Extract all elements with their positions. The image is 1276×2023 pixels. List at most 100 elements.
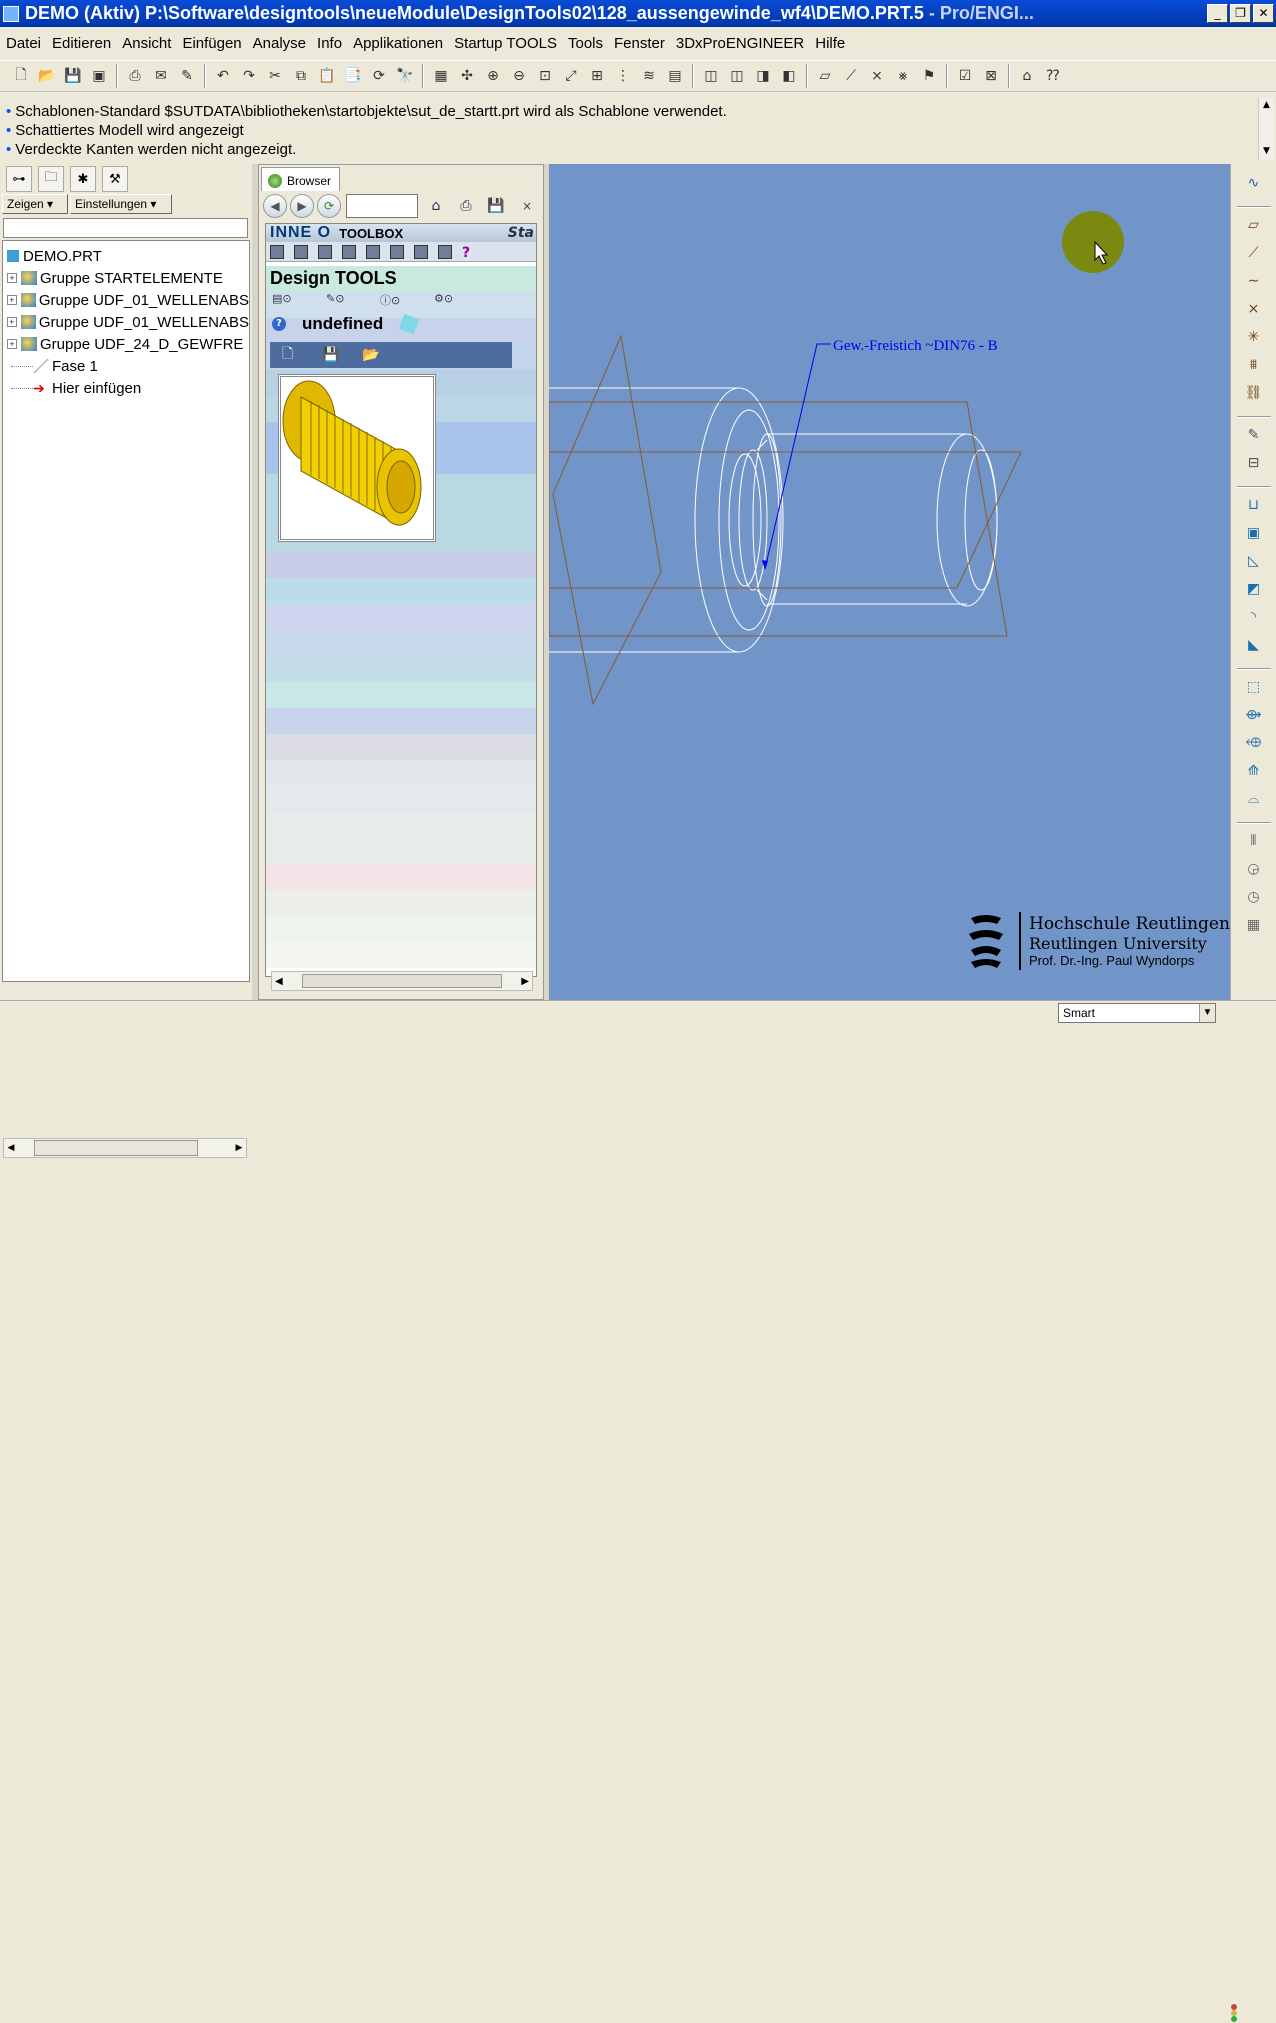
menu-ansicht[interactable]: Ansicht [122, 35, 171, 52]
reorient-icon[interactable]: ⤢ [560, 65, 582, 87]
save-icon[interactable]: 💾 [484, 195, 508, 217]
annotations-icon[interactable]: ⚑ [918, 65, 940, 87]
expand-icon[interactable]: + [7, 317, 17, 327]
tree-item-group[interactable]: + Gruppe UDF_24_D_GEWFRE [3, 333, 249, 355]
chevron-down-icon[interactable]: ▼ [1199, 1004, 1215, 1022]
scroll-left-icon[interactable]: ◀ [4, 1143, 18, 1153]
annotation-label[interactable]: Gew.-Freistich ~DIN76 - B [833, 338, 998, 354]
menu-hilfe[interactable]: Hilfe [815, 35, 845, 52]
draft-icon[interactable]: ◩ [1243, 578, 1265, 600]
scroll-left-icon[interactable]: ◀ [275, 976, 283, 987]
menu-tools[interactable]: Tools [568, 35, 603, 52]
repaint-icon[interactable]: ▦ [430, 65, 452, 87]
chain-icon[interactable]: ⛓ [1243, 382, 1265, 404]
folder-browser-tab-icon[interactable]: 🗀 [38, 166, 64, 192]
open-folder-icon[interactable]: 📂 [362, 347, 382, 363]
expand-icon[interactable]: + [7, 295, 17, 305]
expand-icon[interactable]: + [7, 273, 17, 283]
sketch-tool-icon[interactable]: ✎ [1243, 424, 1265, 446]
url-field[interactable] [346, 194, 418, 218]
info-tool-icon[interactable]: ⓘ⊙ [380, 292, 410, 307]
spin-center-icon[interactable]: ✣ [456, 65, 478, 87]
shell-icon[interactable]: ▣ [1243, 522, 1265, 544]
connections-tab-icon[interactable]: ⚒ [102, 166, 128, 192]
context-help-icon[interactable]: ⁇ [1042, 65, 1064, 87]
regenerate-icon[interactable]: ✎ [176, 65, 198, 87]
window-activate-icon[interactable]: ☑ [954, 65, 976, 87]
datum-point-icon[interactable]: ⨯ [1243, 298, 1265, 320]
sketch-icon[interactable]: ∿ [1243, 172, 1265, 194]
swirl-icon[interactable] [438, 244, 452, 259]
pattern-icon[interactable]: ▦ [1243, 914, 1265, 936]
revolve-icon[interactable]: ⟴ [1243, 704, 1265, 726]
menu-3dxproengineer[interactable]: 3DxProENGINEER [676, 35, 804, 52]
datum-axes-icon[interactable]: ⟋ [840, 65, 862, 87]
extrude-icon[interactable]: ⬚ [1243, 676, 1265, 698]
layout-icon[interactable] [270, 244, 284, 259]
window-close-icon[interactable]: ⊠ [980, 65, 1002, 87]
scroll-down-icon[interactable]: ▼ [1259, 144, 1274, 158]
favorites-tab-icon[interactable]: ✱ [70, 166, 96, 192]
refit-icon[interactable]: ⊡ [534, 65, 556, 87]
rib-icon[interactable]: ◺ [1243, 550, 1265, 572]
tree-item-group[interactable]: + Gruppe STARTELEMENTE [3, 267, 249, 289]
hole-icon[interactable]: ⊔ [1243, 494, 1265, 516]
menu-analyse[interactable]: Analyse [253, 35, 306, 52]
edit-tool-icon[interactable]: ✎⊙ [326, 292, 356, 306]
new-file-icon[interactable]: 🗋 [10, 65, 32, 87]
home-icon[interactable]: ⌂ [424, 195, 448, 217]
analysis-icon[interactable]: ⩩ [1243, 354, 1265, 376]
save-icon[interactable]: 💾 [62, 65, 84, 87]
menu-info[interactable]: Info [317, 35, 342, 52]
tree-item-group[interactable]: + Gruppe UDF_01_WELLENABS [3, 289, 249, 311]
einstellungen-button[interactable]: Einstellungen ▾ [70, 194, 172, 214]
list-icon[interactable] [342, 244, 356, 259]
tool-icon[interactable] [318, 244, 332, 259]
forward-icon[interactable]: ▶ [290, 194, 314, 218]
shading-icon[interactable]: ◧ [778, 65, 800, 87]
minimize-button[interactable]: _ [1207, 4, 1228, 23]
scroll-track[interactable] [1259, 112, 1274, 144]
graphics-viewport[interactable]: Gew.-Freistich ~DIN76 - B Hochschule Reu… [549, 164, 1230, 1000]
blend-icon[interactable]: ⟰ [1243, 760, 1265, 782]
zoom-out-icon[interactable]: ⊖ [508, 65, 530, 87]
layers-icon[interactable]: ⋮ [612, 65, 634, 87]
scroll-right-icon[interactable]: ▶ [521, 976, 529, 987]
browser-hscrollbar[interactable]: ◀ ▶ [271, 971, 533, 991]
view-manager-icon[interactable]: ▤ [664, 65, 686, 87]
save-copy-icon[interactable]: ▣ [88, 65, 110, 87]
copy-icon[interactable]: ⧉ [290, 65, 312, 87]
back-icon[interactable]: ◀ [263, 194, 287, 218]
close-icon[interactable]: × [522, 199, 532, 213]
scroll-thumb[interactable] [34, 1140, 198, 1156]
menu-einfuegen[interactable]: Einfügen [182, 35, 241, 52]
new-doc-icon[interactable]: 🗋 [282, 343, 302, 367]
model-tree-tab-icon[interactable]: ⊶ [6, 166, 32, 192]
home-icon[interactable]: ⌂ [1016, 65, 1038, 87]
open-folder-icon[interactable]: 📂 [36, 65, 58, 87]
scroll-thumb[interactable] [302, 974, 502, 988]
settings-tool-icon[interactable]: ⚙⊙ [434, 292, 464, 306]
saved-views-icon[interactable]: ⊞ [586, 65, 608, 87]
scroll-up-icon[interactable]: ▲ [1259, 98, 1274, 112]
datum-plane-icon[interactable]: ▱ [1243, 214, 1265, 236]
layer-tree-icon[interactable]: ≋ [638, 65, 660, 87]
chamfer-icon[interactable]: ◣ [1243, 634, 1265, 656]
regen-model-icon[interactable]: ⟳ [368, 65, 390, 87]
undo-icon[interactable]: ↶ [212, 65, 234, 87]
round-icon[interactable]: ◝ [1243, 606, 1265, 628]
help-icon[interactable]: ? [272, 317, 286, 331]
surface-icon[interactable]: ⌓ [1243, 788, 1265, 810]
tree-hscrollbar[interactable]: ◀ ▶ [3, 1138, 247, 1158]
film-icon[interactable] [366, 244, 380, 259]
tree-item-insert-here[interactable]: ➔ Hier einfügen [3, 377, 249, 399]
hidden-line-icon[interactable]: ◫ [726, 65, 748, 87]
trim-icon[interactable]: ◷ [1243, 886, 1265, 908]
datum-points-icon[interactable]: ⨯ [866, 65, 888, 87]
wireframe-icon[interactable]: ◫ [700, 65, 722, 87]
scroll-right-icon[interactable]: ▶ [232, 1143, 246, 1153]
tree-item-root[interactable]: DEMO.PRT [3, 245, 249, 267]
zeigen-button[interactable]: Zeigen ▾ [2, 194, 68, 214]
csys-icon[interactable]: ⨳ [892, 65, 914, 87]
list-tool-icon[interactable]: ▤⊙ [272, 292, 302, 306]
